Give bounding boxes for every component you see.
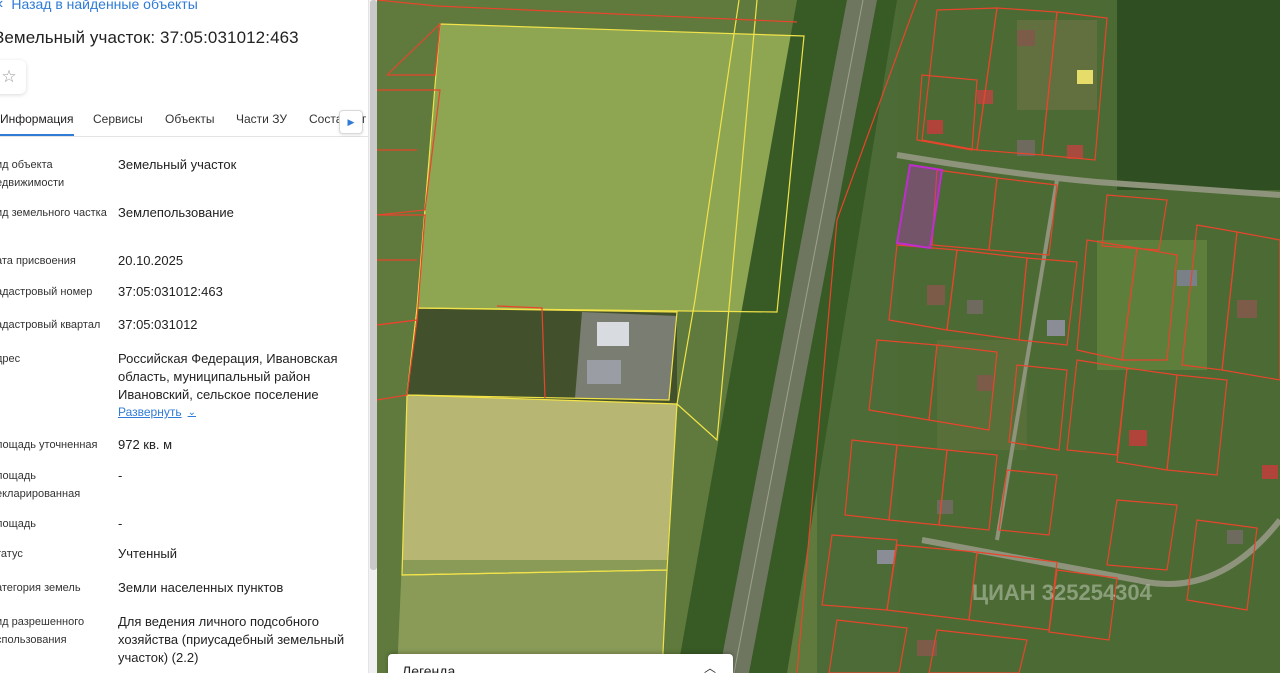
field-label: адастровый квартал: [0, 319, 101, 331]
field-label: ид земельного частка: [0, 207, 107, 219]
field-value: 37:05:031012: [118, 317, 198, 332]
house: [927, 120, 943, 134]
field-label: атегория земель: [0, 582, 81, 594]
house: [1177, 270, 1197, 286]
field-value: Российская Федерация, Ивановская область…: [118, 351, 338, 402]
field-label: лощадь: [0, 518, 36, 530]
page-title: Земельный участок: 37:05:031012:463: [0, 28, 299, 47]
house: [1047, 320, 1065, 336]
active-tab-indicator: [0, 134, 74, 136]
tab-services[interactable]: Сервисы: [93, 112, 143, 126]
field-label: лощадь уточненная: [0, 439, 98, 451]
field-label: ид разрешенного спользования: [0, 616, 85, 646]
field-label: ид объекта едвижимости: [0, 159, 65, 189]
house: [1237, 300, 1257, 318]
house: [1227, 530, 1243, 544]
back-link-label: Назад в найденные объекты: [11, 0, 198, 12]
field-label: татус: [0, 548, 23, 560]
tab-bar: Информация Сервисы Объекты Части ЗУ Сост…: [0, 104, 368, 137]
field-value: 37:05:031012:463: [118, 284, 223, 299]
chevron-right-icon: ▶: [347, 116, 355, 127]
satellite-map-layer: ЦИАН 325254304: [377, 0, 1280, 673]
legend-title: Легенда: [402, 663, 456, 673]
expand-address-link[interactable]: Развернуть ⌄: [118, 405, 196, 419]
field-value: Для ведения личного подсобного хозяйства…: [118, 614, 345, 665]
field-label: ата присвоения: [0, 255, 76, 267]
star-icon: ☆: [1, 67, 17, 86]
house: [1129, 430, 1147, 446]
tab-information[interactable]: Информация: [0, 112, 73, 126]
map-legend-panel[interactable]: Легенда ︿: [388, 654, 733, 673]
tab-objects[interactable]: Объекты: [165, 112, 215, 126]
forest: [1117, 0, 1280, 190]
favorite-button[interactable]: ☆: [0, 60, 26, 94]
garden-plot: [1097, 240, 1207, 370]
tab-land-parts[interactable]: Части ЗУ: [236, 112, 287, 126]
object-info-panel: ‹ Назад в найденные объекты Земельный уч…: [0, 0, 368, 673]
field-value: -: [118, 468, 123, 483]
house: [967, 300, 983, 314]
tab-composition[interactable]: Соста: [309, 112, 342, 126]
map-watermark: ЦИАН 325254304: [972, 580, 1153, 605]
building-roof: [587, 360, 621, 384]
house: [1017, 30, 1035, 46]
field-value: Учтенный: [118, 546, 178, 561]
house: [877, 550, 895, 564]
house: [977, 375, 993, 391]
house: [927, 285, 945, 305]
building-roof: [597, 322, 629, 346]
large-field: [417, 24, 804, 312]
field-value: Земельный участок: [118, 157, 237, 172]
tabs-next-button[interactable]: ▶: [339, 110, 363, 134]
chevron-up-icon[interactable]: ︿: [704, 659, 716, 673]
panel-scrollbar[interactable]: [368, 0, 377, 673]
scrollbar-thumb[interactable]: [370, 0, 377, 570]
field-label: адастровый номер: [0, 286, 93, 298]
field-value: Земли населенных пунктов: [118, 580, 284, 595]
house: [937, 500, 953, 514]
field-label: лощадь екларированная: [0, 470, 81, 500]
cadastral-map[interactable]: ЦИАН 325254304: [377, 0, 1280, 673]
field-value: 972 кв. м: [118, 437, 173, 452]
field-value: Землепользование: [118, 205, 234, 220]
chevron-left-icon: ‹: [0, 0, 3, 12]
field-label: дрес: [0, 353, 21, 365]
house: [1067, 145, 1083, 159]
light-field: [402, 395, 677, 560]
back-to-results-link[interactable]: ‹ Назад в найденные объекты: [0, 0, 198, 12]
chevron-down-icon: ⌄: [187, 406, 196, 418]
house: [1077, 70, 1093, 84]
field-value: 20.10.2025: [118, 253, 184, 268]
field-value: -: [118, 516, 123, 531]
tab-overflow-text: г: [362, 112, 367, 126]
house: [1262, 465, 1278, 479]
expand-label: Развернуть: [118, 405, 182, 419]
